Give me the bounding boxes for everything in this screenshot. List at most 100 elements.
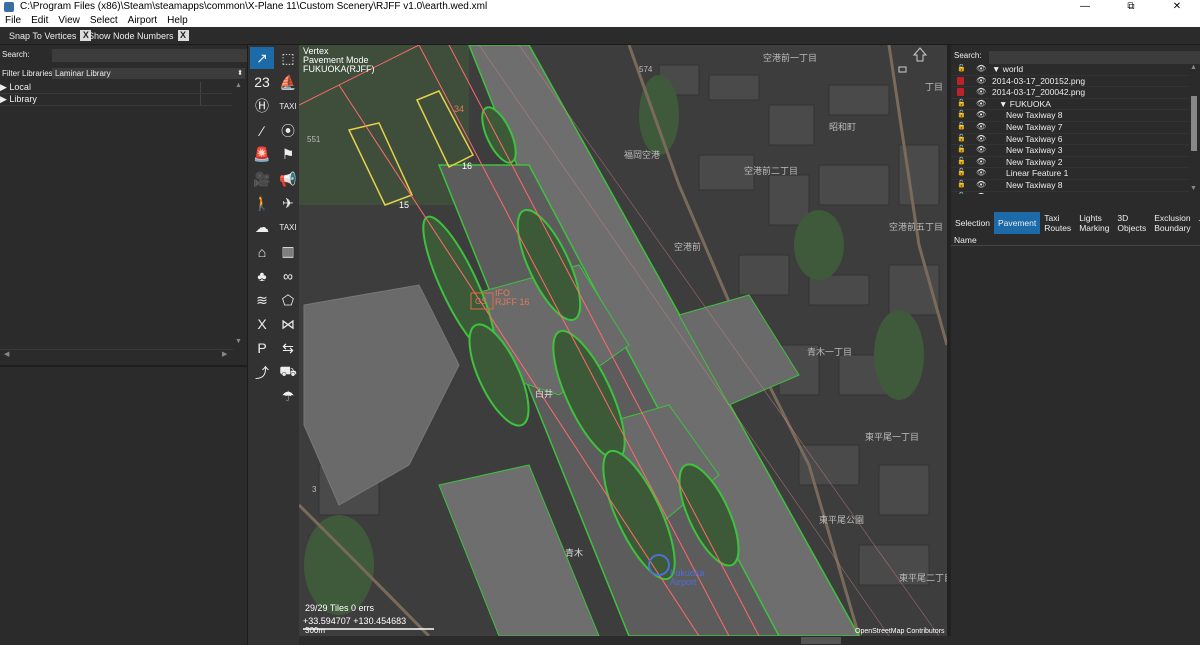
visibility-eye-icon[interactable]: 👁 [976, 157, 986, 168]
library-vertical-scrollbar[interactable]: ▲ ▼ [233, 82, 245, 348]
tab-3d-objects[interactable]: 3D Objects [1113, 212, 1150, 234]
hierarchy-item[interactable]: 🔓 👁 New Taxiway 7 [951, 122, 1189, 134]
exclusion-tool-icon[interactable]: X [250, 313, 274, 335]
tab-lights-marking[interactable]: Lights Marking [1075, 212, 1113, 234]
hierarchy-item[interactable]: 🔓 👁 New Taxiway 8 [951, 110, 1189, 122]
scroll-down-icon[interactable]: ▼ [235, 338, 242, 345]
tab-text[interactable]: Text [1195, 212, 1200, 234]
visibility-eye-icon[interactable]: 👁 [976, 87, 986, 98]
library-item-library[interactable]: ▶ Library [0, 94, 232, 106]
lock-icon[interactable]: 🔓 [957, 100, 966, 108]
ramp-start-tool-icon[interactable]: 🚶 [250, 192, 274, 214]
tab-selection[interactable]: Selection [951, 212, 994, 234]
hierarchy-item[interactable]: 🔓 👁 New Taxiway 6 [951, 134, 1189, 146]
visibility-eye-icon[interactable]: 👁 [976, 99, 986, 110]
atc-tool-icon[interactable]: ✈ [276, 192, 300, 214]
sealane-tool-icon[interactable]: ⛵ [276, 71, 300, 93]
hierarchy-scrollbar[interactable]: ▲ ▼ [1189, 64, 1199, 194]
name-column-header[interactable]: Name [954, 235, 977, 245]
scroll-up-icon[interactable]: ▲ [235, 82, 242, 89]
visibility-eye-icon[interactable]: 👁 [976, 64, 986, 75]
runway-tool-icon[interactable]: 23 [250, 71, 274, 93]
beacon-tool-icon[interactable]: ⦿ [276, 120, 300, 142]
blank-tool-icon[interactable] [250, 386, 274, 408]
expand-arrow-icon[interactable]: ▼ [999, 99, 1010, 109]
menu-file[interactable]: File [0, 14, 26, 27]
menu-view[interactable]: View [53, 14, 85, 27]
lock-icon[interactable]: 🔓 [957, 181, 966, 189]
library-search-input[interactable] [52, 49, 248, 62]
draped-tool-icon[interactable]: ⋈ [276, 313, 300, 335]
locked-red-icon[interactable] [957, 88, 964, 97]
visibility-eye-icon[interactable]: 👁 [976, 145, 986, 156]
scroll-down-icon[interactable]: ▼ [1190, 185, 1197, 192]
truck-tool-icon[interactable]: ⛟ [276, 362, 300, 384]
facade-tool-icon[interactable]: ▥ [276, 241, 300, 263]
visibility-eye-icon[interactable]: 👁 [976, 110, 986, 121]
hierarchy-search-input[interactable] [989, 51, 1200, 64]
tab-pavement[interactable]: Pavement [993, 212, 1041, 234]
hierarchy-item[interactable]: 🔓 👁 15/33 [951, 192, 1189, 194]
scroll-left-icon[interactable]: ◀ [4, 350, 9, 358]
lock-icon[interactable]: 🔓 [957, 135, 966, 143]
taxi-route-tool-icon[interactable]: TAXI [276, 216, 300, 238]
hierarchy-item[interactable]: 🔓 👁 ▼ FUKUOKA [951, 99, 1189, 111]
hierarchy-item[interactable]: 🔓 👁 New Taxiway 2 [951, 157, 1189, 169]
show-node-numbers-toggle[interactable]: Show Node Numbers X [88, 30, 189, 41]
hierarchy-item[interactable]: 👁 2014-03-17_200042.png [951, 87, 1189, 99]
menu-edit[interactable]: Edit [26, 14, 53, 27]
map-canvas[interactable] [299, 45, 947, 636]
locked-red-icon[interactable] [957, 76, 964, 85]
tab-taxi-routes[interactable]: Taxi Routes [1040, 212, 1075, 234]
parking-tool-icon[interactable]: P [250, 337, 274, 359]
umbrella-tool-icon[interactable]: ☂ [276, 386, 300, 408]
polygon-tool-icon[interactable]: ⬠ [276, 289, 300, 311]
tree-tool-icon[interactable]: ♣ [250, 265, 274, 287]
visibility-eye-icon[interactable]: 👁 [976, 122, 986, 133]
hierarchy-item[interactable]: 🔓 👁 New Taxiway 3 [951, 145, 1189, 157]
expand-arrow-icon[interactable]: ▶ [0, 94, 9, 104]
visibility-eye-icon[interactable]: 👁 [976, 76, 986, 87]
lock-icon[interactable]: 🔓 [957, 169, 966, 177]
library-horizontal-scrollbar[interactable]: ◀ ▶ [0, 349, 233, 361]
scroll-thumb[interactable] [801, 637, 841, 644]
menu-select[interactable]: Select [85, 14, 123, 27]
route-tool-icon[interactable]: ⇆ [276, 337, 300, 359]
hierarchy-item[interactable]: 🔓 👁 ▼ world [951, 64, 1189, 76]
marquee-tool-icon[interactable]: ⬚ [276, 47, 300, 69]
boundary-line-tool-icon[interactable]: ∕ [250, 120, 274, 142]
show-node-numbers-checkbox[interactable]: X [177, 30, 189, 41]
map-view[interactable]: Vertex Pavement Mode FUKUOKA(RJFF) 34 16… [299, 45, 947, 636]
taxiway-tool-icon[interactable]: TAXI [276, 95, 300, 117]
tab-exclusion-boundary[interactable]: Exclusion Boundary [1150, 212, 1194, 234]
close-button[interactable]: ✕ [1154, 0, 1200, 14]
line-tool-icon[interactable]: ≋ [250, 289, 274, 311]
forest-tool-icon[interactable]: ☁ [250, 216, 274, 238]
visibility-eye-icon[interactable]: 👁 [976, 180, 986, 191]
lock-icon[interactable]: 🔓 [957, 158, 966, 166]
select-vertex-tool-icon[interactable]: ↗ [250, 47, 274, 69]
scroll-up-icon[interactable]: ▲ [1190, 64, 1197, 71]
expand-arrow-icon[interactable]: ▶ [0, 82, 9, 92]
lock-icon[interactable]: 🔓 [957, 146, 966, 154]
snap-to-vertices-toggle[interactable]: Snap To Vertices X [9, 30, 92, 41]
menu-airport[interactable]: Airport [123, 14, 162, 27]
scroll-right-icon[interactable]: ▶ [222, 350, 227, 358]
string-tool-icon[interactable]: ∞ [276, 265, 300, 287]
panel-divider[interactable] [0, 365, 247, 367]
hierarchy-item[interactable]: 🔓 👁 New Taxiway 8 [951, 180, 1189, 192]
sign-tool-icon[interactable]: ⚑ [276, 144, 300, 166]
expand-arrow-icon[interactable]: ▼ [992, 64, 1003, 74]
ramp-tool-icon[interactable]: ⤴ [250, 362, 274, 384]
visibility-eye-icon[interactable]: 👁 [976, 168, 986, 179]
hierarchy-item[interactable]: 👁 2014-03-17_200152.png [951, 76, 1189, 88]
helipad-tool-icon[interactable]: Ⓗ [250, 95, 274, 117]
lock-icon[interactable]: 🔓 [957, 193, 966, 194]
menu-help[interactable]: Help [162, 14, 193, 27]
windsock-tool-icon[interactable]: 📢 [276, 168, 300, 190]
lock-icon[interactable]: 🔓 [957, 65, 966, 73]
maximize-button[interactable]: ⧉ [1108, 0, 1154, 14]
library-item-local[interactable]: ▶ Local [0, 82, 232, 94]
hierarchy-item[interactable]: 🔓 👁 Linear Feature 1 [951, 168, 1189, 180]
object-tool-icon[interactable]: ⌂ [250, 241, 274, 263]
